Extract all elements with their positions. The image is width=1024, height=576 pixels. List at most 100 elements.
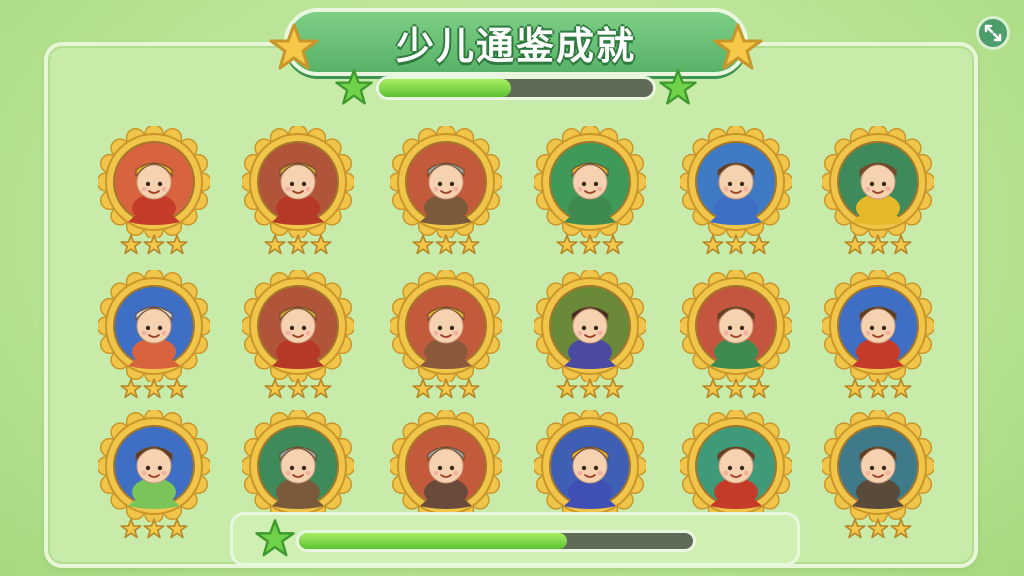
achievement-medal-gray-haired-grandma[interactable] <box>98 270 210 382</box>
achievement-medal-horned-hat-yellow-scarf[interactable] <box>822 126 934 238</box>
achievement-medal-knight-gray-helmet-red-plume[interactable] <box>390 126 502 238</box>
rating-star-icon <box>748 378 770 400</box>
achievement-medal-boy-red-cape[interactable] <box>680 410 792 522</box>
title-banner: 少儿通鉴成就 <box>284 8 748 76</box>
character-portrait-icon <box>242 270 354 382</box>
rating-star-icon <box>435 234 457 256</box>
rating-star-icon <box>287 378 309 400</box>
star-rating <box>843 518 913 540</box>
rating-star-icon <box>120 378 142 400</box>
character-portrait-icon <box>390 270 502 382</box>
page-title: 少儿通鉴成就 <box>395 23 636 68</box>
rating-star-icon <box>310 234 332 256</box>
rating-star-icon <box>458 234 480 256</box>
rating-star-icon <box>890 518 912 540</box>
rating-star-icon <box>412 234 434 256</box>
rating-star-icon <box>412 378 434 400</box>
rating-star-icon <box>166 378 188 400</box>
star-rating <box>843 378 913 400</box>
character-portrait-icon <box>680 410 792 522</box>
star-rating <box>119 518 189 540</box>
rating-star-icon <box>310 378 332 400</box>
character-portrait-icon <box>390 410 502 522</box>
rating-star-icon <box>702 234 724 256</box>
achievement-medal-boy-red-scarf-blue[interactable] <box>822 270 934 382</box>
rating-star-icon <box>458 378 480 400</box>
character-portrait-icon <box>98 126 210 238</box>
gold-star-icon <box>269 23 319 70</box>
character-portrait-icon <box>390 126 502 238</box>
character-portrait-icon <box>534 126 646 238</box>
rating-star-icon <box>120 518 142 540</box>
star-rating <box>701 234 771 256</box>
achievement-medal-boy-blue-shirt-waving[interactable] <box>680 126 792 238</box>
star-rating <box>119 234 189 256</box>
rating-star-icon <box>867 518 889 540</box>
star-rating <box>411 378 481 400</box>
achievement-medal-child-small-horns[interactable] <box>98 410 210 522</box>
character-portrait-icon <box>98 410 210 522</box>
rating-star-icon <box>844 378 866 400</box>
rating-star-icon <box>748 234 770 256</box>
rating-star-icon <box>556 378 578 400</box>
rating-star-icon <box>602 234 624 256</box>
achievement-medal-bearded-king-gold-crown[interactable] <box>390 270 502 382</box>
achievement-medal-warrior-spear-gold-helmet[interactable] <box>242 126 354 238</box>
achievement-medal-scholar-black-hat[interactable] <box>534 270 646 382</box>
character-portrait-icon <box>822 126 934 238</box>
green-star-icon <box>255 519 295 557</box>
rating-star-icon <box>166 518 188 540</box>
achievement-medal-sage-scroll-gray-cap[interactable] <box>242 410 354 522</box>
achievement-medal-warrior-sword-gold-helmet[interactable] <box>242 270 354 382</box>
rating-star-icon <box>890 234 912 256</box>
character-portrait-icon <box>242 126 354 238</box>
character-portrait-icon <box>680 126 792 238</box>
bottom-progress-fill <box>299 533 567 549</box>
rating-star-icon <box>702 378 724 400</box>
achievement-medal-horned-warrior-bearded[interactable] <box>822 410 934 522</box>
rating-star-icon <box>264 378 286 400</box>
green-star-icon <box>335 69 373 105</box>
character-portrait-icon <box>534 270 646 382</box>
bottom-progress-bar <box>296 530 696 552</box>
star-rating <box>119 378 189 400</box>
rating-star-icon <box>579 378 601 400</box>
top-progress-fill <box>379 79 511 97</box>
character-portrait-icon <box>822 270 934 382</box>
achievement-medal-emperor-yellow-crown[interactable] <box>98 126 210 238</box>
star-rating <box>263 378 333 400</box>
rating-star-icon <box>287 234 309 256</box>
rating-star-icon <box>166 234 188 256</box>
star-rating <box>411 234 481 256</box>
rating-star-icon <box>143 518 165 540</box>
star-rating <box>555 234 625 256</box>
top-progress-bar <box>376 76 656 100</box>
rating-star-icon <box>120 234 142 256</box>
rating-star-icon <box>556 234 578 256</box>
rating-star-icon <box>602 378 624 400</box>
character-portrait-icon <box>680 270 792 382</box>
star-rating <box>843 234 913 256</box>
achievement-medal-soldier-gray-helmet-plume[interactable] <box>390 410 502 522</box>
rating-star-icon <box>725 378 747 400</box>
achievement-medal-girl-braids-green-collar[interactable] <box>680 270 792 382</box>
rating-star-icon <box>725 234 747 256</box>
rating-star-icon <box>579 234 601 256</box>
rating-star-icon <box>143 378 165 400</box>
character-portrait-icon <box>98 270 210 382</box>
rating-star-icon <box>867 378 889 400</box>
character-portrait-icon <box>822 410 934 522</box>
green-star-icon <box>659 69 697 105</box>
rating-star-icon <box>890 378 912 400</box>
star-rating <box>701 378 771 400</box>
achievement-medal-general-green-feather-helmet[interactable] <box>534 126 646 238</box>
achievement-medal-elder-king-white-beard[interactable] <box>534 410 646 522</box>
collapse-button[interactable] <box>976 16 1010 50</box>
rating-star-icon <box>435 378 457 400</box>
character-portrait-icon <box>242 410 354 522</box>
star-rating <box>263 234 333 256</box>
star-rating <box>555 378 625 400</box>
character-portrait-icon <box>534 410 646 522</box>
rating-star-icon <box>844 518 866 540</box>
collapse-arrows-icon <box>984 24 1002 42</box>
